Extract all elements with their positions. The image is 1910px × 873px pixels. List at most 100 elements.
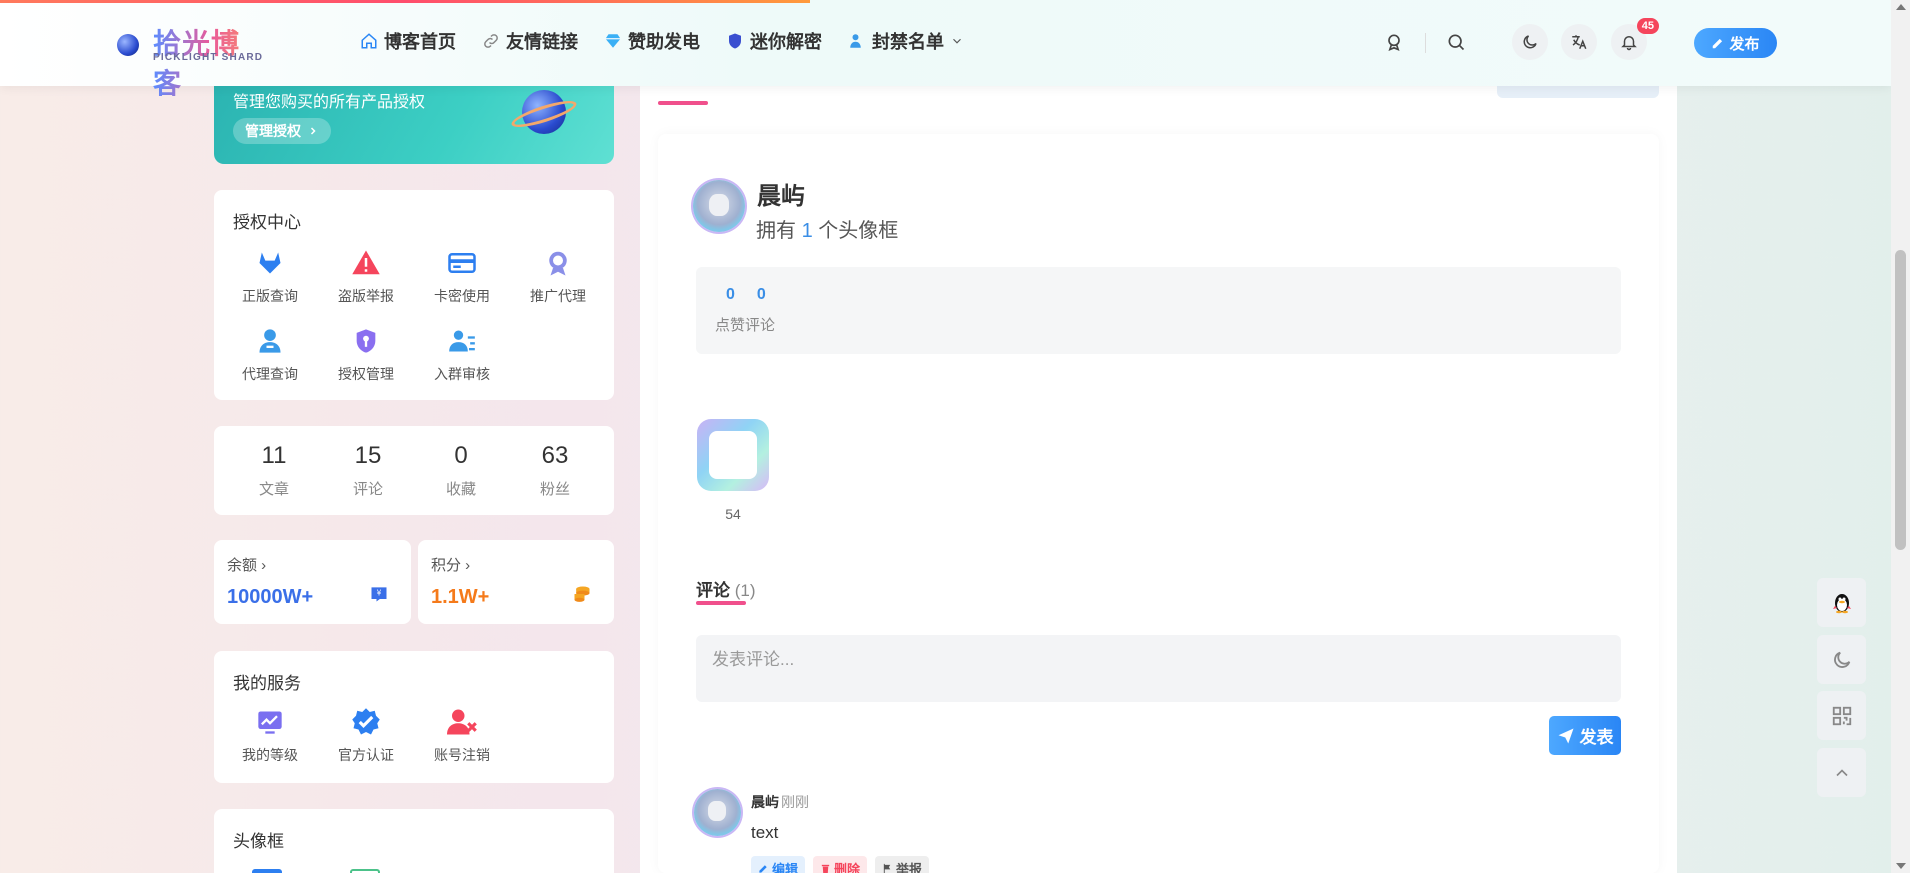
medal-outline-icon[interactable] bbox=[1380, 28, 1408, 56]
wallet-icon: ¥ bbox=[371, 587, 387, 602]
manage-auth-button[interactable]: 管理授权 bbox=[233, 118, 331, 144]
auth-item-label: 推广代理 bbox=[530, 288, 586, 304]
nav-links[interactable]: 友情链接 bbox=[482, 28, 578, 54]
dark-mode-button[interactable] bbox=[1512, 24, 1548, 60]
scroll-up-arrow-icon[interactable] bbox=[1896, 4, 1906, 10]
publish-label: 发布 bbox=[1729, 35, 1760, 53]
nav-decrypt[interactable]: 迷你解密 bbox=[726, 28, 822, 54]
balance-value: 10000W+ bbox=[227, 586, 314, 608]
header-divider bbox=[1425, 33, 1426, 53]
service-account-delete[interactable]: 账号注销 bbox=[427, 707, 497, 765]
user-stats-card: 11 文章 15 评论 0 收藏 63 粉丝 bbox=[214, 426, 614, 515]
auth-item-label: 代理查询 bbox=[242, 366, 298, 382]
auth-item-group-review[interactable]: 入群审核 bbox=[427, 326, 497, 384]
comment-input[interactable] bbox=[696, 635, 1621, 702]
points-card[interactable]: 积分 › 1.1W+ bbox=[418, 540, 614, 624]
stat-articles[interactable]: 11 文章 bbox=[244, 442, 304, 499]
translate-icon bbox=[1572, 35, 1587, 50]
service-my-level[interactable]: 我的等级 bbox=[235, 707, 305, 765]
auth-item-promo-agent[interactable]: 推广代理 bbox=[523, 248, 593, 306]
user-name: 晨屿 bbox=[757, 183, 805, 210]
back-to-top-button[interactable] bbox=[1817, 748, 1866, 797]
nav-sponsor-label: 赞助发电 bbox=[628, 32, 700, 52]
user-icon bbox=[259, 329, 281, 353]
auth-item-auth-manage[interactable]: 授权管理 bbox=[331, 326, 401, 384]
qq-penguin-icon bbox=[1832, 593, 1851, 613]
stat-favorites[interactable]: 0 收藏 bbox=[431, 442, 491, 499]
user-delete-icon bbox=[447, 709, 477, 735]
pencil-icon bbox=[759, 864, 767, 873]
profile-card bbox=[658, 134, 1659, 873]
coins-icon bbox=[574, 586, 590, 602]
comment-delete-button[interactable]: 删除 bbox=[813, 856, 868, 873]
qr-code-button[interactable] bbox=[1817, 691, 1866, 740]
card-icon bbox=[448, 253, 476, 273]
shield-user-icon bbox=[356, 329, 376, 353]
comments-section-title: 评论 (1) bbox=[696, 581, 756, 600]
avatar-frame-item[interactable] bbox=[697, 419, 769, 491]
nav-sponsor[interactable]: 赞助发电 bbox=[604, 28, 700, 54]
scrollbar-thumb[interactable] bbox=[1895, 250, 1906, 550]
nav-banlist[interactable]: 封禁名单 bbox=[848, 28, 964, 54]
level-icon bbox=[258, 711, 282, 734]
nav-banlist-label: 封禁名单 bbox=[872, 32, 944, 52]
likes-comments-label: 点赞评论 bbox=[715, 317, 776, 334]
auth-item-label: 卡密使用 bbox=[434, 288, 490, 304]
service-label: 我的等级 bbox=[242, 747, 298, 763]
logo-subtext: PICKLIGHT SHARD bbox=[153, 52, 264, 63]
user-avatar[interactable] bbox=[693, 180, 745, 232]
search-icon[interactable] bbox=[1442, 28, 1470, 56]
my-services-card: 我的服务 我的等级 官方认证 账号注销 bbox=[214, 651, 614, 783]
comments-count[interactable]: 0 bbox=[757, 286, 766, 304]
chevron-right-icon bbox=[310, 127, 316, 135]
service-label: 账号注销 bbox=[434, 747, 490, 763]
post-comment-button[interactable]: 发表 bbox=[1549, 716, 1621, 755]
comment-report-button[interactable]: 举报 bbox=[875, 856, 930, 873]
avatar-frame-number: 54 bbox=[725, 506, 741, 522]
likes-count[interactable]: 0 bbox=[726, 286, 735, 304]
balance-card[interactable]: 余额 › 10000W+ ¥ bbox=[214, 540, 411, 624]
comments-section-count: (1) bbox=[734, 581, 756, 600]
comment-author-avatar[interactable] bbox=[694, 789, 741, 836]
balance-label: 余额 › bbox=[227, 557, 267, 574]
chevron-down-icon bbox=[953, 38, 961, 44]
auth-item-genuine-check[interactable]: 正版查询 bbox=[235, 248, 305, 306]
auth-item-agent-check[interactable]: 代理查询 bbox=[235, 326, 305, 384]
frame-ownership-text: 拥有 1 个头像框 bbox=[756, 220, 899, 242]
auth-item-piracy-report[interactable]: 盗版举报 bbox=[331, 248, 401, 306]
nav-home-label: 博客首页 bbox=[384, 32, 456, 52]
auth-center-card: 授权中心 正版查询 盗版举报 卡密使用 推广代理 代理查询 授权管理 入群审核 bbox=[214, 190, 614, 400]
shield-icon bbox=[729, 33, 741, 49]
link-icon bbox=[484, 34, 498, 48]
stat-comments[interactable]: 15 评论 bbox=[338, 442, 398, 499]
site-header: 拾光博客 PICKLIGHT SHARD 博客首页 友情链接 赞助发电 迷你解密… bbox=[0, 0, 1891, 99]
nav-links-label: 友情链接 bbox=[506, 32, 578, 52]
diamond-icon bbox=[605, 34, 621, 48]
service-label: 官方认证 bbox=[338, 747, 394, 763]
comment-actions: 编辑 删除 举报 bbox=[751, 856, 930, 873]
moon-icon bbox=[1523, 35, 1537, 49]
qq-contact-button[interactable] bbox=[1817, 578, 1866, 627]
site-logo[interactable]: 拾光博客 PICKLIGHT SHARD bbox=[117, 24, 267, 99]
services-title: 我的服务 bbox=[233, 674, 301, 693]
user-ban-icon bbox=[850, 34, 861, 48]
scroll-down-arrow-icon[interactable] bbox=[1896, 863, 1906, 869]
flag-icon bbox=[883, 863, 891, 873]
publish-button[interactable]: 发布 bbox=[1694, 28, 1777, 58]
frame-item-icon bbox=[350, 869, 380, 873]
avatar-frames-title: 头像框 bbox=[233, 832, 284, 851]
comment-edit-button[interactable]: 编辑 bbox=[751, 856, 806, 873]
auth-item-card-use[interactable]: 卡密使用 bbox=[427, 248, 497, 306]
trash-icon bbox=[821, 864, 830, 873]
frame-count: 1 bbox=[801, 220, 813, 242]
service-verification[interactable]: 官方认证 bbox=[331, 707, 401, 765]
page-scrollbar[interactable] bbox=[1891, 0, 1910, 873]
moon-icon bbox=[1833, 651, 1850, 668]
float-dark-mode-button[interactable] bbox=[1817, 635, 1866, 684]
comment-time: 刚刚 bbox=[781, 794, 809, 810]
translate-button[interactable] bbox=[1561, 24, 1597, 60]
points-value: 1.1W+ bbox=[431, 586, 490, 608]
nav-home[interactable]: 博客首页 bbox=[360, 28, 456, 54]
notification-button[interactable]: 45 bbox=[1611, 18, 1659, 60]
stat-fans[interactable]: 63 粉丝 bbox=[525, 442, 585, 499]
